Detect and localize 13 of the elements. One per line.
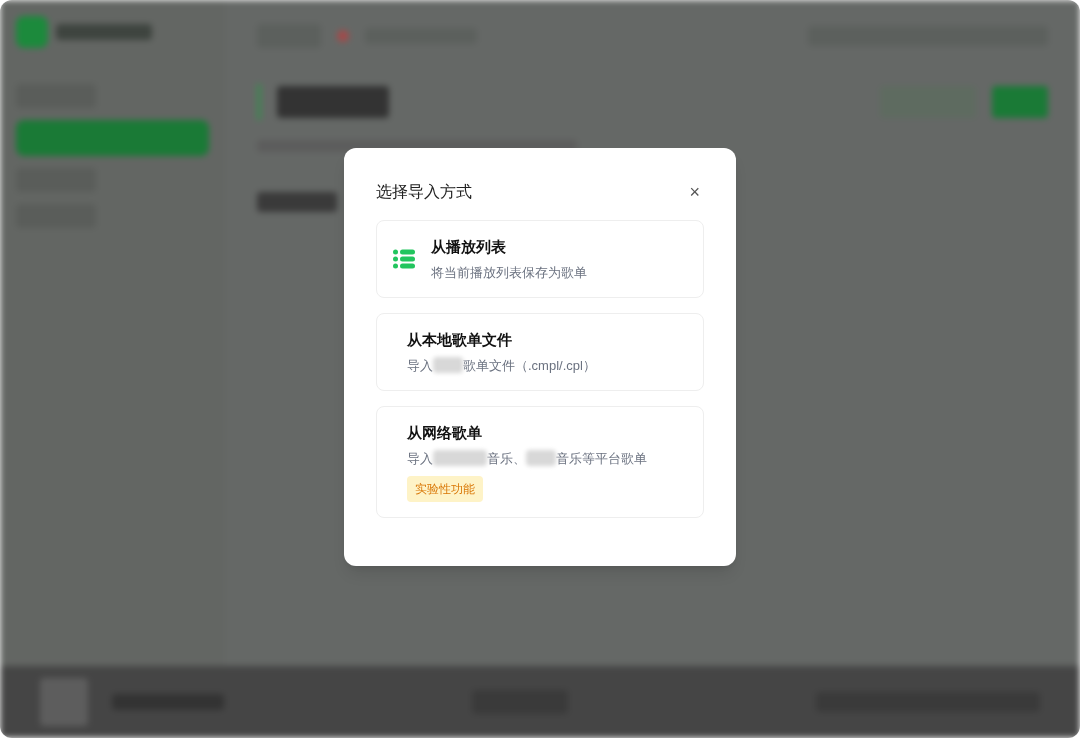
import-option[interactable]: 从本地歌单文件 导入 歌单文件（.cmpl/.cpl） <box>376 313 704 391</box>
list-icon <box>393 249 415 269</box>
dialog-title: 选择导入方式 <box>376 182 472 202</box>
experimental-tag: 实验性功能 <box>407 476 483 502</box>
option-description: 导入 音乐、 音乐等平台歌单 <box>407 449 647 468</box>
option-title: 从播放列表 <box>431 237 507 257</box>
option-description: 导入 歌单文件（.cmpl/.cpl） <box>407 356 596 375</box>
import-option[interactable]: 从播放列表 将当前播放列表保存为歌单 <box>376 220 704 298</box>
option-title: 从本地歌单文件 <box>407 330 513 350</box>
close-button[interactable]: × <box>685 183 704 201</box>
import-option[interactable]: 从网络歌单 导入 音乐、 音乐等平台歌单 实验性功能 <box>376 406 704 518</box>
option-title: 从网络歌单 <box>407 423 483 443</box>
option-description: 将当前播放列表保存为歌单 <box>431 263 587 282</box>
